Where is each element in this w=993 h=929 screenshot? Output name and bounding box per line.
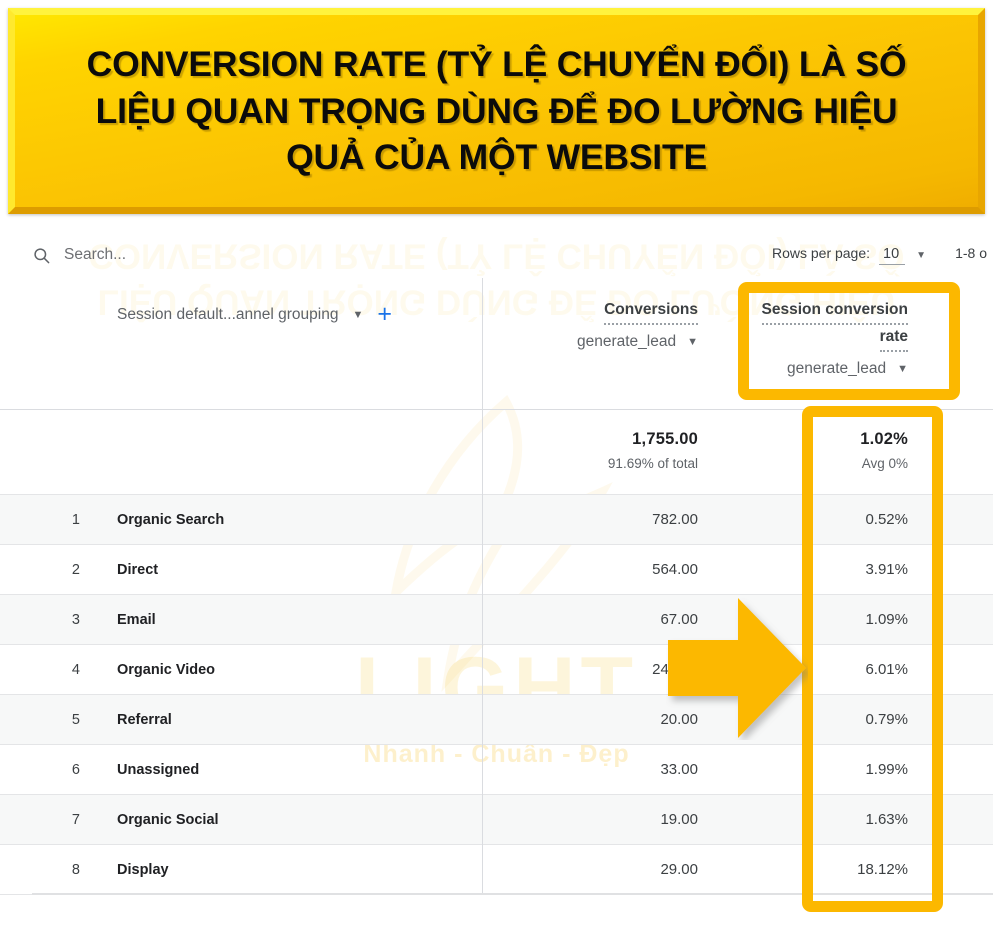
conversions-event-selector[interactable]: generate_lead [577,333,676,351]
table-row[interactable]: 7 Organic Social 19.00 1.63% [0,795,993,845]
row-conversions: 19.00 [660,811,698,828]
banner-line-1: CONVERSION RATE (TỶ LỆ CHUYỂN ĐỔI) LÀ SỐ [86,43,907,84]
pagination-range-label: 1-8 o [955,245,987,261]
row-index: 2 [71,561,80,578]
banner-plate: CONVERSION RATE (TỶ LỆ CHUYỂN ĐỔI) LÀ SỐ… [8,8,985,214]
search-input[interactable]: Search... [32,246,126,265]
report-table: Session default...annel grouping ▼ + Con… [0,278,993,895]
right-arrow-annotation [668,598,806,738]
banner-line-2: LIỆU QUAN TRỌNG DÙNG ĐỂ ĐO LƯỜNG HIỆU [95,90,898,131]
totals-conversions-cell: 1,755.00 91.69% of total [482,410,750,494]
row-channel[interactable]: Display [100,862,482,878]
row-index: 4 [71,661,80,678]
table-row[interactable]: 5 Referral 20.00 0.79% [0,695,993,745]
table-bottom-rule [32,893,993,895]
row-rate: 0.52% [865,511,908,528]
session-conversion-rate-header-cell: Session conversion rate generate_lead ▼ [750,278,945,378]
row-index: 1 [71,511,80,528]
table-totals-row: 1,755.00 91.69% of total 1.02% Avg 0% [0,410,993,495]
row-channel[interactable]: Organic Video [100,662,482,678]
row-rate: 18.12% [857,861,908,878]
conversions-header-cell: Conversions generate_lead ▼ [482,278,750,351]
table-header-row: Session default...annel grouping ▼ + Con… [0,278,993,410]
rows-per-page-label: Rows per page: [771,245,871,261]
rate-metric-title-line2: rate [879,328,908,352]
totals-rate-subtext: Avg 0% [861,456,908,471]
dimension-selector[interactable]: Session default...annel grouping [117,306,338,324]
pagination-controls: Rows per page: 10 ▼ 1-8 o [772,245,987,265]
totals-tail-cell [945,410,993,494]
title-banner: CONVERSION RATE (TỶ LỆ CHUYỂN ĐỔI) LÀ SỐ… [0,0,993,220]
banner-text: CONVERSION RATE (TỶ LỆ CHUYỂN ĐỔI) LÀ SỐ… [73,41,921,182]
table-row[interactable]: 8 Display 29.00 18.12% [0,845,993,895]
row-channel[interactable]: Unassigned [100,762,482,778]
totals-dimension-cell [100,410,482,494]
table-row[interactable]: 4 Organic Video 241.00 6.01% [0,645,993,695]
totals-conversions-value: 1,755.00 [632,430,698,448]
row-rate: 1.63% [865,811,908,828]
search-placeholder-text: Search... [64,246,127,263]
row-conversions: 33.00 [660,761,698,778]
totals-rate-value: 1.02% [860,430,908,448]
table-row[interactable]: 6 Unassigned 33.00 1.99% [0,745,993,795]
row-index: 7 [71,811,80,828]
row-channel[interactable]: Direct [100,562,482,578]
table-row[interactable]: 3 Email 67.00 1.09% [0,595,993,645]
chevron-down-icon[interactable]: ▼ [352,309,363,321]
row-rate: 3.91% [865,561,908,578]
chevron-down-icon[interactable]: ▼ [897,363,908,375]
banner-line-3: QUẢ CỦA MỘT WEBSITE [286,137,707,178]
rate-event-selector[interactable]: generate_lead [787,360,886,378]
row-conversions: 564.00 [652,561,698,578]
totals-conversions-subtext: 91.69% of total [607,456,698,471]
totals-rate-cell: 1.02% Avg 0% [750,410,945,494]
row-index: 8 [71,861,80,878]
rows-per-page-select[interactable]: 10 [879,246,906,265]
table-row[interactable]: 2 Direct 564.00 3.91% [0,545,993,595]
row-channel[interactable]: Organic Social [100,812,482,828]
totals-index-cell [0,410,100,494]
row-index: 6 [71,761,80,778]
chevron-down-icon[interactable]: ▼ [916,250,926,261]
chevron-down-icon[interactable]: ▼ [687,336,698,348]
conversions-metric-title: Conversions [604,301,698,325]
table-row[interactable]: 1 Organic Search 782.00 0.52% [0,495,993,545]
add-dimension-button[interactable]: + [377,302,392,326]
row-rate: 1.99% [865,761,908,778]
row-index: 3 [71,611,80,628]
search-icon [34,247,50,263]
row-conversions: 29.00 [660,861,698,878]
row-conversions: 782.00 [652,511,698,528]
table-toolbar: Search... Rows per page: 10 ▼ 1-8 o [0,232,993,278]
rate-metric-title-line1: Session conversion [761,301,908,325]
column-divider [482,278,483,894]
row-channel[interactable]: Organic Search [100,512,482,528]
dimension-header-cell: Session default...annel grouping ▼ + [100,278,482,326]
row-channel[interactable]: Email [100,612,482,628]
row-channel[interactable]: Referral [100,712,482,728]
row-index: 5 [71,711,80,728]
